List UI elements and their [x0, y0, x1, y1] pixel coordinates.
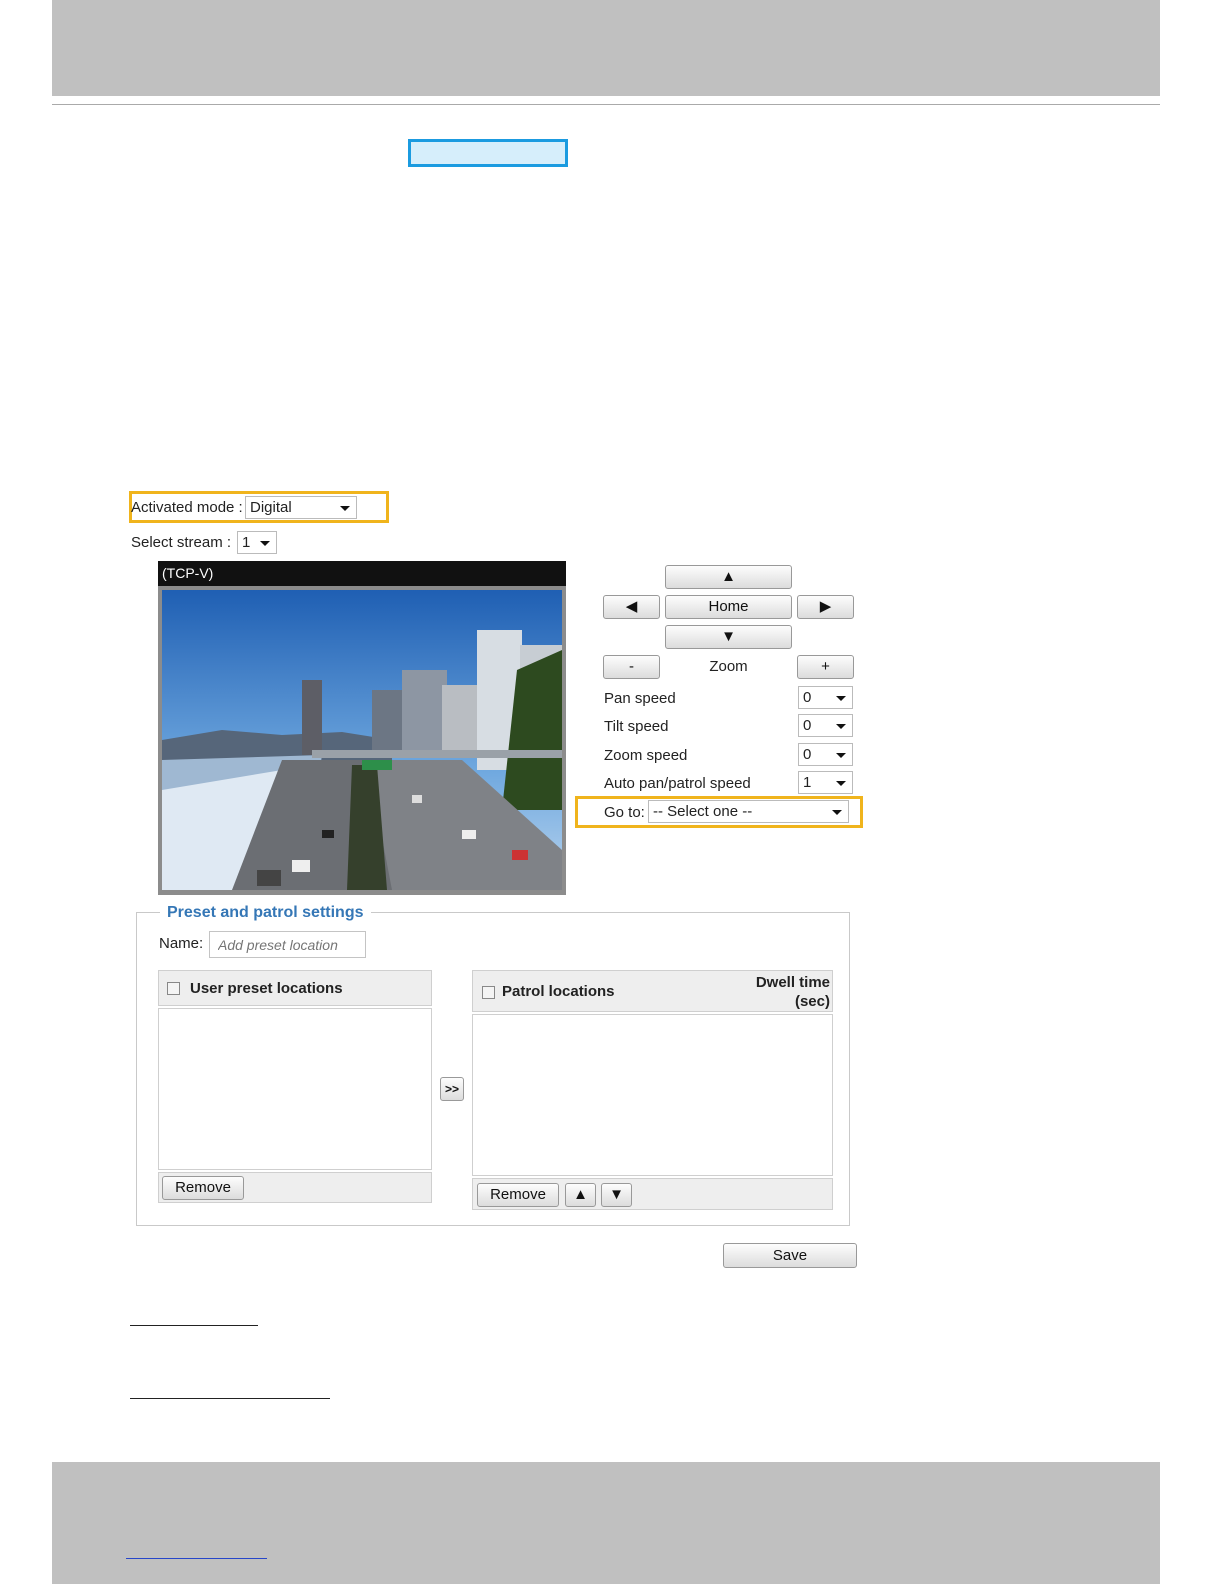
select-stream-value: 1: [242, 534, 251, 551]
tilt-speed-label: Tilt speed: [604, 718, 669, 735]
video-title-bar: (TCP-V): [158, 561, 566, 586]
user-presets-list[interactable]: [158, 1008, 432, 1170]
page-footer-band: [52, 1462, 1160, 1584]
live-video-view[interactable]: [158, 561, 566, 895]
header-divider: [52, 104, 1160, 105]
save-button[interactable]: Save: [723, 1243, 857, 1268]
user-presets-header-label: User preset locations: [190, 980, 343, 997]
chevron-down-icon: [836, 723, 846, 729]
select-stream-select[interactable]: 1: [237, 531, 277, 554]
patrol-locations-header-label: Patrol locations: [502, 983, 615, 1000]
go-to-value: -- Select one --: [653, 803, 753, 820]
pan-left-button[interactable]: ◀: [603, 595, 660, 619]
select-stream-label: Select stream :: [131, 534, 232, 551]
remove-patrol-button[interactable]: Remove: [477, 1183, 559, 1207]
patrol-locations-list[interactable]: [472, 1014, 833, 1176]
tilt-speed-select[interactable]: 0: [798, 714, 853, 737]
tilt-up-button[interactable]: ▲: [665, 565, 792, 589]
activated-mode-label: Activated mode :: [131, 499, 243, 516]
stream-protocol-label: (TCP-V): [162, 565, 214, 581]
preset-patrol-legend: Preset and patrol settings: [160, 904, 371, 922]
move-down-button[interactable]: ▼: [601, 1183, 632, 1207]
patrol-locations-footer: Remove ▲ ▼: [472, 1178, 833, 1210]
chevron-down-icon: [340, 505, 350, 511]
add-to-patrol-button[interactable]: >>: [440, 1077, 464, 1101]
user-presets-header: User preset locations: [158, 970, 432, 1006]
pan-right-button[interactable]: ▶: [797, 595, 854, 619]
chevron-down-icon: [836, 780, 846, 786]
activated-mode-value: Digital: [250, 499, 292, 516]
zoom-speed-select[interactable]: 0: [798, 743, 853, 766]
zoom-speed-value: 0: [803, 746, 812, 763]
preset-name-input[interactable]: [209, 931, 366, 958]
tilt-speed-value: 0: [803, 717, 812, 734]
patrol-select-all-checkbox[interactable]: [482, 986, 495, 999]
auto-pan-speed-select[interactable]: 1: [798, 771, 853, 794]
pan-speed-value: 0: [803, 689, 812, 706]
zoom-in-button[interactable]: +: [797, 655, 854, 679]
zoom-out-button[interactable]: -: [603, 655, 660, 679]
activated-mode-select[interactable]: Digital: [245, 496, 357, 519]
chevron-down-icon: [836, 752, 846, 758]
auto-pan-speed-label: Auto pan/patrol speed: [604, 775, 751, 792]
home-button[interactable]: Home: [665, 595, 792, 619]
video-frame-image: [162, 590, 562, 890]
footer-link-underline[interactable]: [126, 1558, 267, 1559]
pan-speed-label: Pan speed: [604, 690, 676, 707]
patrol-locations-header: Patrol locations Dwell time (sec): [472, 970, 833, 1012]
auto-pan-speed-value: 1: [803, 774, 812, 791]
user-presets-footer: Remove: [158, 1172, 432, 1203]
underline-rule-1: [130, 1325, 258, 1326]
tilt-down-button[interactable]: ▼: [665, 625, 792, 649]
zoom-speed-label: Zoom speed: [604, 747, 688, 764]
chevron-down-icon: [260, 540, 270, 546]
pan-speed-select[interactable]: 0: [798, 686, 853, 709]
preset-name-label: Name:: [159, 935, 204, 952]
chevron-down-icon: [836, 695, 846, 701]
chevron-down-icon: [832, 809, 842, 815]
underline-rule-2: [130, 1398, 330, 1399]
go-to-select[interactable]: -- Select one --: [648, 800, 849, 823]
page-header-band: [52, 0, 1160, 96]
zoom-label: Zoom: [709, 658, 748, 675]
go-to-label: Go to:: [604, 804, 645, 821]
remove-preset-button[interactable]: Remove: [162, 1176, 244, 1200]
move-up-button[interactable]: ▲: [565, 1183, 596, 1207]
highlight-box: [408, 139, 568, 167]
dwell-time-unit-label: (sec): [794, 993, 830, 1010]
user-presets-select-all-checkbox[interactable]: [167, 982, 180, 995]
dwell-time-header-label: Dwell time: [755, 974, 830, 991]
